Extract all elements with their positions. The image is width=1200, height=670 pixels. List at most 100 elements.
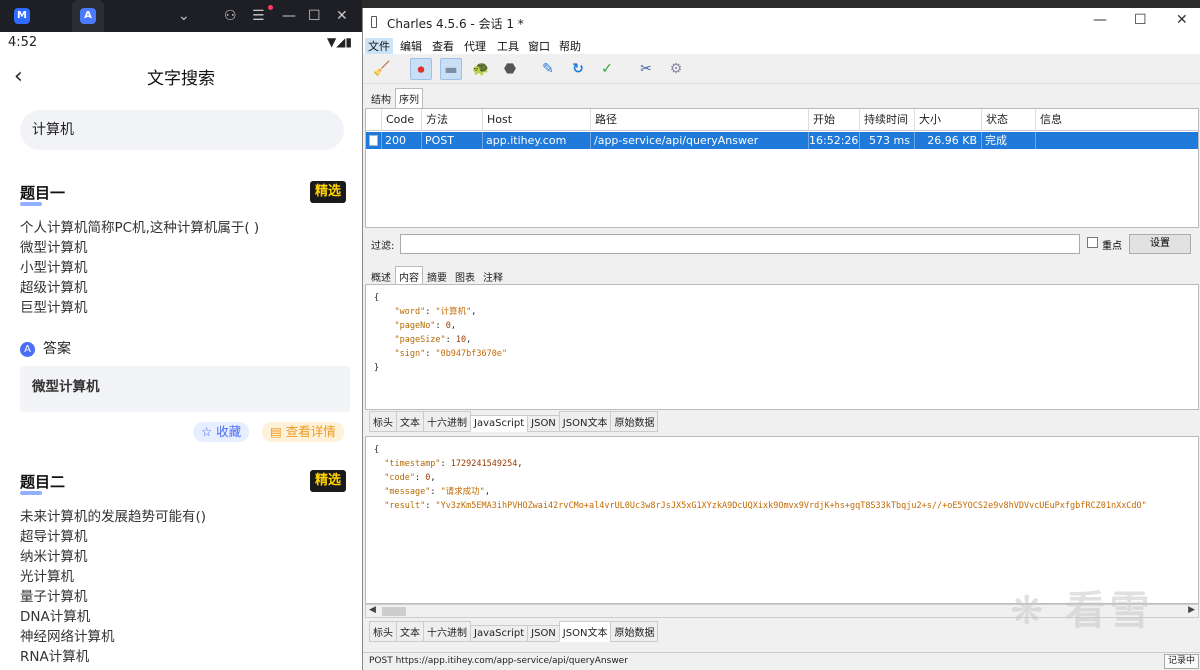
scroll-thumb[interactable] [382,607,406,616]
window-title: Charles 4.5.6 - 会话 1 * [387,17,524,31]
throttle-icon[interactable]: ▬ [440,58,462,80]
column-host[interactable]: Host [483,109,591,131]
maximize-icon[interactable]: ☐ [1134,12,1147,28]
menu-help[interactable]: 帮助 [559,38,581,54]
emulator-tab[interactable]: A [72,0,104,32]
search-input[interactable]: 计算机 [20,110,344,150]
question-1-option: 微型计算机 [20,240,88,256]
emulator-title-bar: M A ⌄ ⚇ ☰ — ☐ ✕ [0,0,362,32]
turtle-icon[interactable]: 🐢 [470,58,492,80]
menu-file[interactable]: 文件 [365,38,393,54]
filter-label: 过滤: [371,241,395,252]
menu-tools[interactable]: 工具 [497,38,519,54]
status-text: POST https://app.itihey.com/app-service/… [369,656,628,666]
request-body-pane[interactable]: { "word": "计算机", "pageNo": 0, "pageSize"… [365,284,1199,410]
cell-duration: 573 ms [860,132,915,149]
column-size[interactable]: 大小 [915,109,982,131]
tab-headers[interactable]: 标头 [369,411,397,432]
tab-headers[interactable]: 标头 [369,621,397,642]
clock: 4:52 [8,35,38,50]
focus-checkbox[interactable] [1087,237,1098,248]
column-duration[interactable]: 持续时间 [860,109,915,131]
tab-text[interactable]: 文本 [396,621,424,642]
window-title-bar: Charles 4.5.6 - 会话 1 * — ☐ ✕ [363,8,1200,36]
menu-icon[interactable]: ☰ [252,6,265,26]
session-table: Code 方法 Host 路径 开始 持续时间 大小 状态 信息 200 POS… [365,108,1199,228]
tab-javascript[interactable]: JavaScript [470,415,529,432]
menu-proxy[interactable]: 代理 [464,38,486,54]
tab-hex[interactable]: 十六进制 [423,411,471,432]
page-title: 文字搜索 [147,69,215,89]
menu-view[interactable]: 查看 [432,38,454,54]
column-status[interactable]: 状态 [982,109,1036,131]
question-2-option: 超导计算机 [20,529,88,545]
close-icon[interactable]: ✕ [336,6,348,26]
nav-bar: ‹ 文字搜索 [0,56,362,98]
answer-label: 答案 [43,341,71,357]
minimize-icon[interactable]: — [282,6,296,26]
minimize-icon[interactable]: — [1093,12,1107,28]
response-view-tabs: 标头 文本 十六进制 JavaScript JSON JSON文本 原始数据 [369,621,659,642]
answer-icon: A [20,342,35,357]
tab-sequence[interactable]: 序列 [395,88,423,109]
table-row[interactable]: 200 POST app.itihey.com /app-service/api… [366,132,1198,149]
column-start[interactable]: 开始 [809,109,860,131]
question-2-stem: 未来计算机的发展趋势可能有() [20,509,207,525]
record-icon[interactable]: ⏺ [410,58,432,80]
menu-edit[interactable]: 编辑 [400,38,422,54]
favorite-button[interactable]: ☆ 收藏 [193,422,250,442]
settings-button[interactable]: 设置 [1129,234,1191,254]
question-1-title-text: 题目一 [20,184,66,202]
column-method[interactable]: 方法 [422,109,483,131]
focus-label: 重点 [1102,241,1122,252]
tab-json-text[interactable]: JSON文本 [558,411,612,432]
scroll-right-icon[interactable]: ▶ [1188,605,1195,615]
menu-window[interactable]: 窗口 [528,38,550,54]
column-info[interactable]: 信息 [1036,109,1198,131]
stop-icon[interactable]: ⬣ [499,58,521,80]
signal-battery-icons: ▼◢▮ [326,35,352,49]
question-2-option: DNA计算机 [20,609,91,625]
tab-raw[interactable]: 原始数据 [610,621,659,642]
tab-json[interactable]: JSON [527,625,560,642]
column-path[interactable]: 路径 [591,109,809,131]
filter-input[interactable] [400,234,1080,254]
cell-size: 26.96 KB [915,132,982,149]
phone-status-bar: 4:52 ▼◢▮ [0,32,362,54]
table-header: Code 方法 Host 路径 开始 持续时间 大小 状态 信息 [366,109,1198,131]
cell-path: /app-service/api/queryAnswer [591,132,809,149]
answer-box: 微型计算机 [20,366,350,412]
tab-json-text[interactable]: JSON文本 [558,621,612,642]
user-icon[interactable]: ⚇ [224,6,237,26]
refresh-icon[interactable]: ↻ [567,58,589,80]
request-doc-icon [366,132,382,149]
maximize-icon[interactable]: ☐ [308,6,321,26]
cell-code: 200 [382,132,422,149]
question-1-title: 题目一 [20,182,66,206]
recording-indicator[interactable]: 记录中 [1163,654,1199,669]
pen-icon[interactable]: ✎ [537,58,559,80]
app-icon[interactable]: M [14,8,30,24]
column-code[interactable]: Code [382,109,422,131]
chevron-down-icon[interactable]: ⌄ [178,6,190,26]
tab-text[interactable]: 文本 [396,411,424,432]
close-icon[interactable]: ✕ [1176,12,1188,28]
view-details-button[interactable]: ▤ 查看详情 [262,422,344,442]
question-2-title: 题目二 [20,471,65,495]
toolbar: 🧹 ⏺ ▬ 🐢 ⬣ ✎ ↻ ✓ ✂ ⚙ [363,54,1200,84]
check-icon[interactable]: ✓ [596,58,618,80]
broom-icon[interactable]: 🧹 [371,58,393,80]
scroll-left-icon[interactable]: ◀ [369,605,376,615]
charles-app-icon [371,16,377,28]
notification-dot [268,5,273,10]
tools-icon[interactable]: ✂ [635,58,657,80]
tab-structure[interactable]: 结构 [367,88,395,109]
tab-raw[interactable]: 原始数据 [610,411,659,432]
tab-javascript[interactable]: JavaScript [470,625,529,642]
question-2-option: 纳米计算机 [20,549,88,565]
cell-host: app.itihey.com [483,132,591,149]
title-underline [20,491,42,495]
tab-json[interactable]: JSON [527,415,560,432]
gear-icon[interactable]: ⚙ [665,58,687,80]
tab-hex[interactable]: 十六进制 [423,621,471,642]
